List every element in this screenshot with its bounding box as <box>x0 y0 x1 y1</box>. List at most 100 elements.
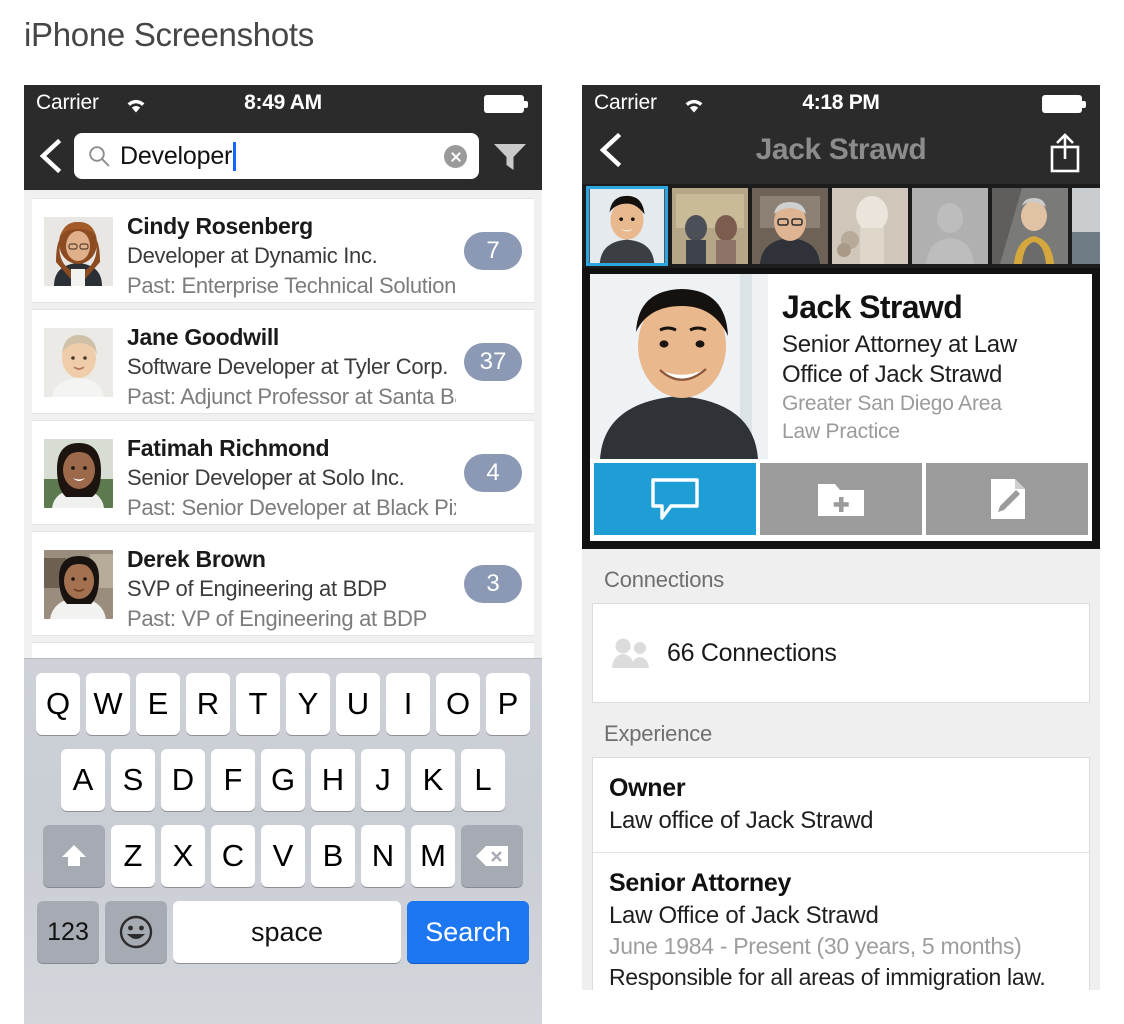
connections-section-label: Connections <box>604 567 725 592</box>
key-u[interactable]: U <box>336 673 380 735</box>
table-row[interactable]: Jane Goodwill Software Developer at Tyle… <box>32 309 534 414</box>
connections-count: 66 Connections <box>667 638 837 667</box>
profile-sections[interactable]: Connections 66 Connections Experience Ow… <box>582 549 1100 990</box>
experience-company: Law Office of Jack Strawd <box>609 902 879 929</box>
battery-full-icon <box>484 95 528 113</box>
result-headline: Senior Developer at Solo Inc. <box>127 465 405 490</box>
space-key[interactable]: space <box>173 901 401 963</box>
key-z[interactable]: Z <box>111 825 155 887</box>
profile-card: Jack Strawd Senior Attorney at Law Offic… <box>590 274 1092 459</box>
key-w[interactable]: W <box>86 673 130 735</box>
status-time: 4:18 PM <box>802 91 880 114</box>
search-input[interactable]: Developer <box>74 133 479 179</box>
status-badge: 4 <box>464 453 522 492</box>
key-b[interactable]: B <box>311 825 355 887</box>
result-headline: Developer at Dynamic Inc. <box>127 243 378 268</box>
key-m[interactable]: M <box>411 825 455 887</box>
result-name: Jane Goodwill <box>127 324 280 350</box>
list-item[interactable]: Senior Attorney Law Office of Jack Straw… <box>593 852 1089 990</box>
key-g[interactable]: G <box>261 749 305 811</box>
avatar <box>44 550 113 619</box>
right-phone-screenshot: Carrier 4:18 PM Jack Strawd Jack Strawd … <box>582 85 1100 1024</box>
back-chevron-icon[interactable] <box>36 136 66 176</box>
note-pencil-icon <box>991 479 1025 519</box>
message-button[interactable] <box>594 463 756 535</box>
table-row[interactable]: Fatimah Richmond Senior Developer at Sol… <box>32 420 534 525</box>
search-key[interactable]: Search <box>407 901 529 963</box>
experience-dates: June 1984 - Present (30 years, 5 months) <box>609 933 1022 959</box>
key-p[interactable]: P <box>486 673 530 735</box>
thumbnail-placeholder[interactable] <box>912 188 988 264</box>
status-bar: Carrier 4:18 PM <box>582 85 1100 122</box>
profile-photo[interactable] <box>590 274 768 459</box>
thumbnail[interactable] <box>1072 188 1100 264</box>
search-input-value: Developer <box>120 142 233 170</box>
photo-thumbnail-strip[interactable] <box>582 184 1100 268</box>
profile-navigation-bar: Jack Strawd <box>582 122 1100 184</box>
experience-company: Law office of Jack Strawd <box>609 807 874 834</box>
keyboard-row-2: ASDFGHJKL <box>24 749 542 811</box>
emoji-smiley-icon[interactable] <box>105 901 167 963</box>
key-h[interactable]: H <box>311 749 355 811</box>
add-to-folder-button[interactable] <box>760 463 922 535</box>
backspace-delete-icon[interactable] <box>461 825 523 887</box>
search-results-list[interactable]: Cindy Rosenberg Developer at Dynamic Inc… <box>24 190 542 658</box>
numbers-key[interactable]: 123 <box>37 901 99 963</box>
profile-info: Jack Strawd Senior Attorney at Law Offic… <box>768 274 1092 459</box>
key-e[interactable]: E <box>136 673 180 735</box>
key-j[interactable]: J <box>361 749 405 811</box>
experience-section-label: Experience <box>604 721 713 746</box>
keyboard-row-4: 123 space Search <box>24 901 542 963</box>
key-v[interactable]: V <box>261 825 305 887</box>
thumbnail[interactable] <box>672 188 748 264</box>
key-x[interactable]: X <box>161 825 205 887</box>
key-i[interactable]: I <box>386 673 430 735</box>
thumbnail[interactable] <box>992 188 1068 264</box>
thumbnail[interactable] <box>752 188 828 264</box>
key-o[interactable]: O <box>436 673 480 735</box>
table-row[interactable]: Derek Brown SVP of Engineering at BDP Pa… <box>32 531 534 636</box>
key-f[interactable]: F <box>211 749 255 811</box>
share-export-icon[interactable] <box>1046 132 1084 174</box>
result-headline: Software Developer at Tyler Corp. <box>127 354 449 379</box>
clear-circle-x-icon[interactable] <box>444 145 467 168</box>
result-headline: SVP of Engineering at BDP <box>127 576 387 601</box>
key-s[interactable]: S <box>111 749 155 811</box>
table-row[interactable]: Nick Pancervo <box>32 642 534 658</box>
thumbnail[interactable] <box>832 188 908 264</box>
key-r[interactable]: R <box>186 673 230 735</box>
key-t[interactable]: T <box>236 673 280 735</box>
key-d[interactable]: D <box>161 749 205 811</box>
key-q[interactable]: Q <box>36 673 80 735</box>
on-screen-keyboard[interactable]: QWERTYUIOP ASDFGHJKL ZXCVBNM 123 space S… <box>24 658 542 1024</box>
experience-title: Owner <box>609 774 686 802</box>
connections-card: 66 Connections <box>592 603 1090 703</box>
key-l[interactable]: L <box>461 749 505 811</box>
key-k[interactable]: K <box>411 749 455 811</box>
key-c[interactable]: C <box>211 825 255 887</box>
connections-row[interactable]: 66 Connections <box>593 604 1089 702</box>
edit-note-button[interactable] <box>926 463 1088 535</box>
folder-plus-icon <box>818 484 864 516</box>
status-badge: 37 <box>464 342 522 381</box>
list-item[interactable]: Owner Law office of Jack Strawd <box>593 758 1089 852</box>
experience-title: Senior Attorney <box>609 869 792 897</box>
key-n[interactable]: N <box>361 825 405 887</box>
search-magnifier-icon <box>89 146 110 167</box>
profile-location: Greater San Diego Area <box>782 392 1002 415</box>
experience-card: Owner Law office of Jack Strawd Senior A… <box>592 757 1090 990</box>
profile-card-container: Jack Strawd Senior Attorney at Law Offic… <box>582 268 1100 549</box>
battery-full-icon <box>1042 95 1086 113</box>
filter-funnel-icon[interactable] <box>492 140 528 172</box>
avatar <box>44 439 113 508</box>
keyboard-row-3: ZXCVBNM <box>24 825 542 887</box>
result-past: Past: Adjunct Professor at Santa Bar… <box>127 384 456 409</box>
shift-arrow-icon[interactable] <box>43 825 105 887</box>
key-y[interactable]: Y <box>286 673 330 735</box>
profile-headline: Senior Attorney at Law Office of Jack St… <box>782 331 1017 388</box>
thumbnail-selected[interactable] <box>586 186 668 266</box>
key-a[interactable]: A <box>61 749 105 811</box>
result-past: Past: VP of Engineering at BDP <box>127 606 427 631</box>
status-bar: Carrier 8:49 AM <box>24 85 542 122</box>
table-row[interactable]: Cindy Rosenberg Developer at Dynamic Inc… <box>32 198 534 303</box>
